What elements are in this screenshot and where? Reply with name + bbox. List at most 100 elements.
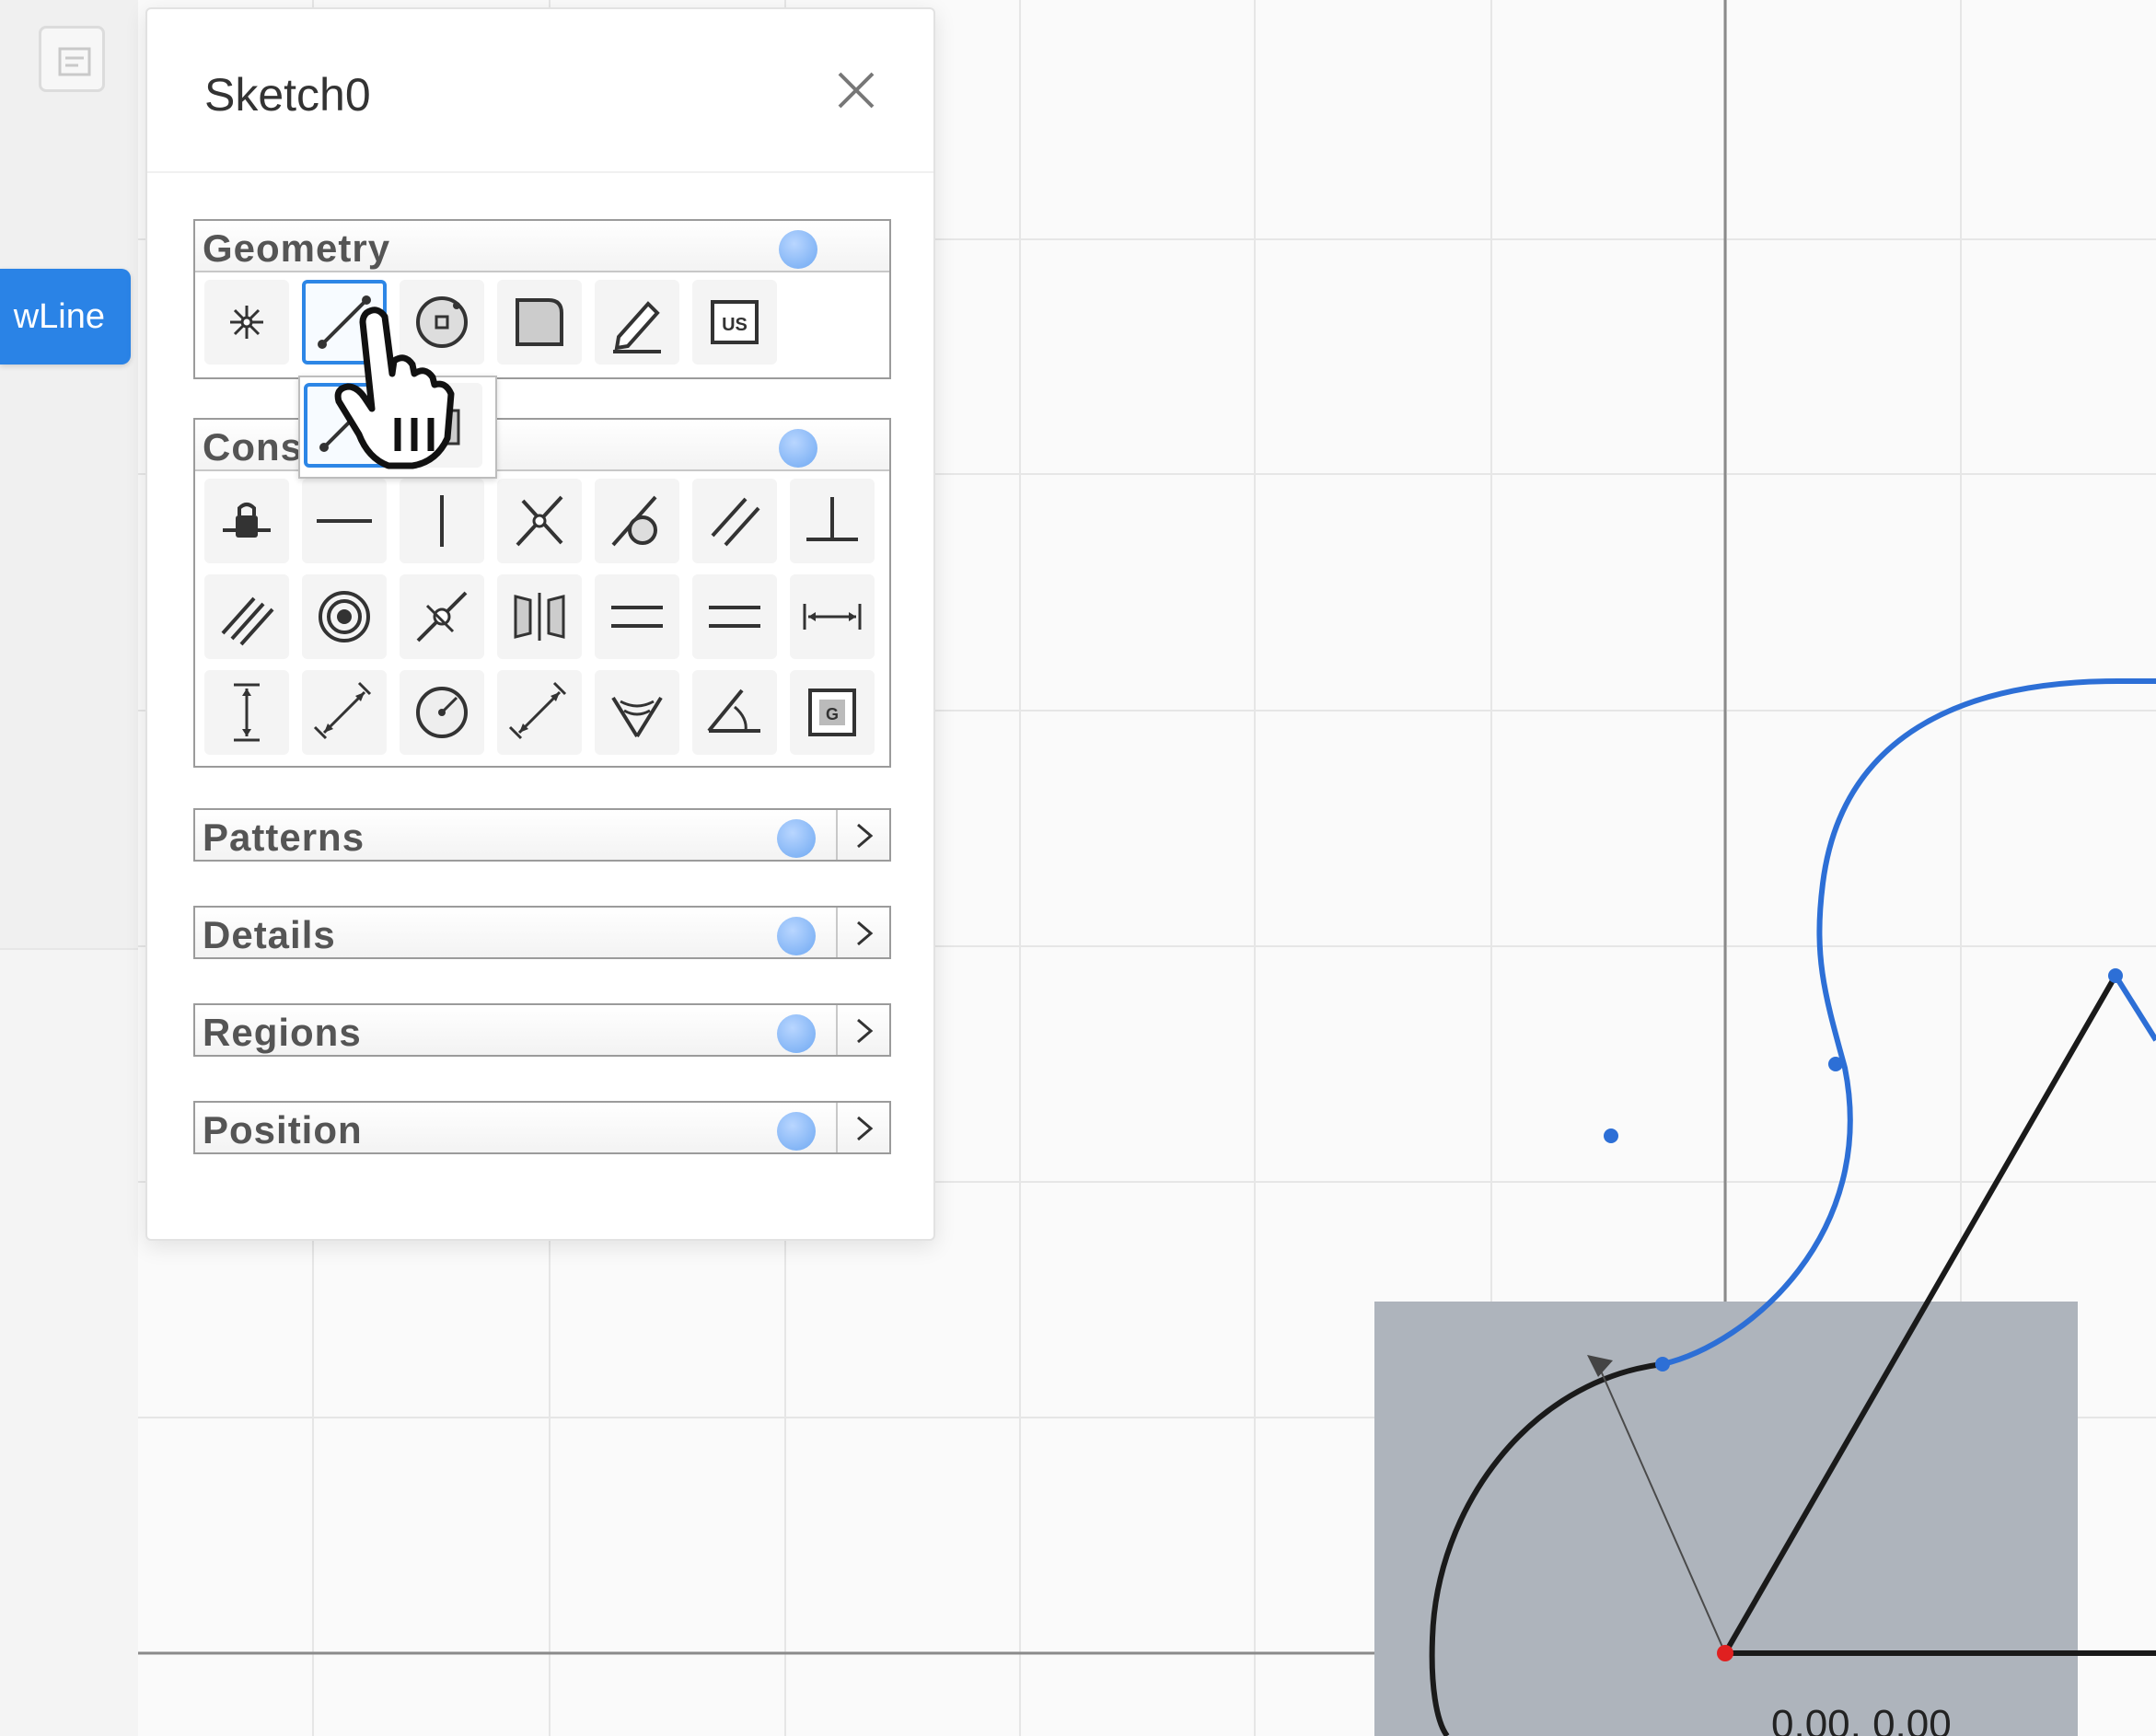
concentric-tool[interactable] <box>302 574 387 659</box>
patterns-section-header[interactable]: Patterns <box>195 810 889 860</box>
tangent-icon <box>611 696 663 738</box>
ground-icon: G <box>808 689 856 736</box>
section-title: Cons <box>203 425 303 469</box>
radius-icon <box>416 687 468 738</box>
angle-tool[interactable] <box>692 670 777 755</box>
horizontal-tool[interactable] <box>302 479 387 563</box>
vertical-icon <box>440 495 444 547</box>
panel-icon <box>58 47 91 76</box>
ground-tool[interactable]: G <box>790 670 875 755</box>
collinear-tool[interactable] <box>204 574 289 659</box>
regions-section[interactable]: Regions <box>193 1003 891 1057</box>
symmetric-icon <box>514 593 565 641</box>
hand-cursor-icon <box>334 307 455 469</box>
section-title: Regions <box>203 1011 362 1054</box>
expand-button[interactable] <box>836 908 889 957</box>
expand-button[interactable] <box>836 810 889 860</box>
panel-header: Sketch0 <box>147 9 933 173</box>
help-icon[interactable] <box>779 429 817 468</box>
section-title: Details <box>203 913 336 956</box>
regions-section-header[interactable]: Regions <box>195 1005 889 1055</box>
blue-spline <box>1662 678 2156 1367</box>
details-section-header[interactable]: Details <box>195 908 889 957</box>
spline-tool[interactable] <box>595 280 679 365</box>
distance-icon <box>313 681 372 740</box>
geometry-section-header[interactable]: Geometry <box>195 221 889 272</box>
perpendicular-tool[interactable] <box>790 479 875 563</box>
radius-tool[interactable] <box>400 670 484 755</box>
symmetric-tool[interactable] <box>497 574 582 659</box>
spline-point <box>1655 1357 1670 1371</box>
equal-tool[interactable] <box>595 574 679 659</box>
rectangle-tool[interactable] <box>497 280 582 365</box>
text-tool[interactable]: US <box>692 280 777 365</box>
tangent-tool[interactable] <box>595 670 679 755</box>
tool-tooltip: wLine <box>0 269 131 365</box>
collapse-panel-button[interactable] <box>39 26 105 92</box>
text-icon: US <box>711 300 759 344</box>
point-icon <box>230 306 263 339</box>
rectangle-icon <box>516 298 563 346</box>
panel-title: Sketch0 <box>204 69 371 121</box>
geometry-section: Geometry US <box>193 219 891 379</box>
concentric-icon <box>319 591 370 642</box>
parallel-icon <box>711 497 760 547</box>
equal-length-icon <box>709 606 760 628</box>
control-point <box>1604 1128 1618 1143</box>
help-icon[interactable] <box>779 230 817 269</box>
point-on-curve-tool[interactable] <box>595 479 679 563</box>
sketch-panel: Sketch0 Geometry US Cons G Patterns Deta… <box>145 7 935 1241</box>
horizontal-icon <box>317 519 372 523</box>
chevron-right-icon <box>857 1116 874 1141</box>
position-section-header[interactable]: Position <box>195 1103 889 1152</box>
collinear-icon <box>221 596 274 646</box>
section-title: Position <box>203 1108 363 1152</box>
help-icon[interactable] <box>777 917 816 955</box>
coincident-tool[interactable] <box>497 479 582 563</box>
spline-point <box>1828 1057 1843 1071</box>
section-title: Patterns <box>203 816 365 859</box>
expand-button[interactable] <box>836 1103 889 1152</box>
left-sidebar <box>0 0 138 1736</box>
chevron-right-icon <box>857 823 874 849</box>
midpoint-icon <box>416 591 468 642</box>
horizontal-distance-icon <box>803 604 862 630</box>
position-section[interactable]: Position <box>193 1101 891 1154</box>
coincident-icon <box>516 495 563 547</box>
help-icon[interactable] <box>777 1014 816 1053</box>
svg-text:G: G <box>826 705 839 723</box>
details-section[interactable]: Details <box>193 906 891 959</box>
constraint-tools: G <box>195 471 889 757</box>
triangle-apex-point <box>2108 968 2123 983</box>
length-tool[interactable] <box>497 670 582 755</box>
help-icon[interactable] <box>777 819 816 858</box>
origin-point <box>1717 1645 1733 1661</box>
geometry-tools: US <box>195 272 889 368</box>
coordinate-readout: 0.00, 0.00 <box>1771 1702 1952 1736</box>
distance-tool[interactable] <box>302 670 387 755</box>
horizontal-distance-tool[interactable] <box>790 574 875 659</box>
angle-icon <box>707 689 760 733</box>
triangle-right-edge <box>2113 974 2156 1042</box>
vertical-distance-tool[interactable] <box>204 670 289 755</box>
chevron-right-icon <box>857 920 874 946</box>
vertical-tool[interactable] <box>400 479 484 563</box>
selection-highlight-box <box>1374 1302 2078 1736</box>
chevron-right-icon <box>857 1018 874 1044</box>
vertical-distance-icon <box>234 683 260 742</box>
expand-button[interactable] <box>836 1005 889 1055</box>
equal-icon <box>611 606 663 628</box>
left-sidebar-shade <box>0 0 138 950</box>
help-icon[interactable] <box>777 1112 816 1151</box>
perpendicular-icon <box>806 497 858 541</box>
point-tool[interactable] <box>204 280 289 365</box>
svg-text:US: US <box>722 315 748 335</box>
close-icon[interactable] <box>832 66 880 114</box>
point-on-curve-icon <box>611 495 657 547</box>
equal-length-tool[interactable] <box>692 574 777 659</box>
midpoint-tool[interactable] <box>400 574 484 659</box>
parallel-tool[interactable] <box>692 479 777 563</box>
fix-icon <box>223 503 271 538</box>
fix-tool[interactable] <box>204 479 289 563</box>
patterns-section[interactable]: Patterns <box>193 808 891 862</box>
